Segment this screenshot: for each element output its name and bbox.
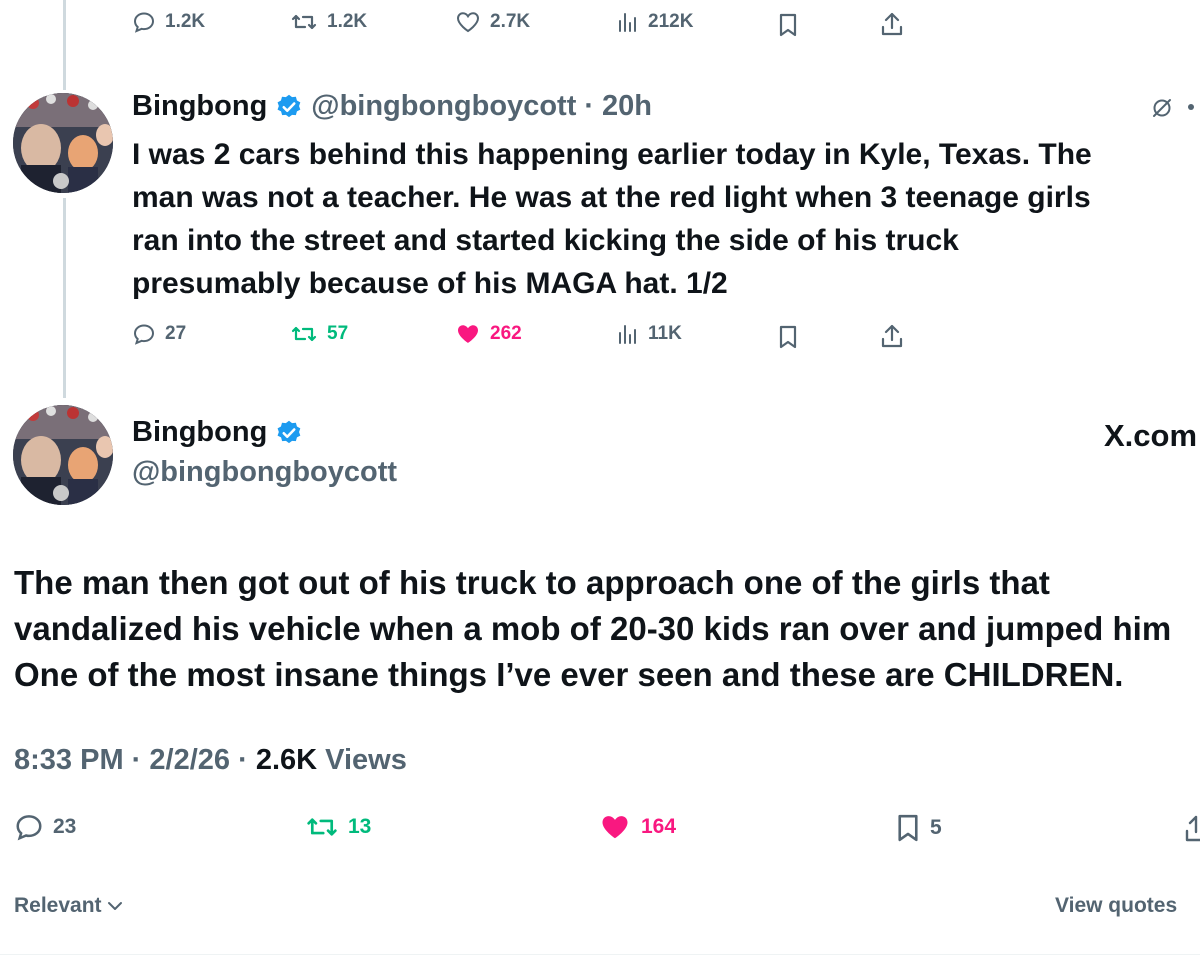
views-count: 11K [648,323,682,344]
view-quotes-link[interactable]: View quotes [1055,894,1177,918]
author-name[interactable]: Bingbong [132,90,267,123]
tweet-time[interactable]: 20h [602,90,652,123]
repost-button[interactable]: 57 [290,322,348,346]
divider [0,954,1200,955]
views-icon [619,325,636,344]
avatar-image [13,405,113,505]
bookmark-icon [779,13,797,37]
share-icon [1185,815,1200,842]
share-button[interactable] [879,322,905,355]
meta-separator: · [131,744,142,776]
thread-line-top [63,0,66,90]
grok-icon [1153,99,1171,117]
repost-button[interactable]: 13 [305,812,371,842]
reply-button[interactable]: 23 [14,812,76,842]
main-tweet-name-row: Bingbong [132,416,303,449]
thread-line-mid [63,198,66,398]
views-icon [619,13,636,32]
top-views-count: 212K [648,11,694,32]
reply-button[interactable]: 27 [132,322,186,346]
repost-icon [291,326,317,342]
views-total: 2.6K [255,744,318,776]
sort-label: Relevant [14,894,102,917]
bookmark-button[interactable] [777,324,799,355]
main-tweet-text: The man then got out of his truck to app… [14,560,1171,698]
bookmark-icon [779,325,797,349]
top-repost-button[interactable]: 1.2K [290,10,367,34]
verified-badge-icon [277,94,301,117]
heart-icon [456,12,480,33]
x-brand-watermark: X.com [1104,418,1198,453]
share-icon [881,324,903,348]
top-repost-count: 1.2K [327,11,368,32]
header-separator: · [584,90,595,122]
share-button[interactable] [1184,812,1200,849]
heart-filled-icon [458,325,478,343]
tweet-text-line: presumably because of his MAGA hat. 1/2 [132,267,728,300]
reply-count: 27 [165,323,187,344]
author-handle[interactable]: @bingbongboycott [132,456,397,489]
author-handle[interactable]: @bingbongboycott [311,90,576,123]
bookmark-count: 5 [930,816,942,839]
reply-icon [16,815,42,841]
reply-count: 23 [53,815,77,838]
more-options-icon[interactable] [1188,104,1194,110]
reply-icon [133,324,155,345]
heart-filled-icon [602,816,628,839]
top-views-button[interactable]: 212K [617,10,693,34]
tweet-timestamp[interactable]: 8:33 PM [14,744,124,776]
repost-icon [291,14,317,30]
verified-badge-icon [277,420,301,443]
tweet-text-line: man was not a teacher. He was at the red… [132,181,1091,214]
repost-count: 57 [327,323,349,344]
bookmark-button[interactable]: 5 [895,812,942,844]
tweet-text-line: vandalized his vehicle when a mob of 20-… [14,610,1172,647]
like-count: 262 [490,323,522,344]
tweet-text-line: One of the most insane things I’ve ever … [14,656,1124,693]
views-label: Views [325,744,407,776]
repost-icon [307,818,337,836]
tweet-date[interactable]: 2/2/26 [149,744,230,776]
tweet-text-line: The man then got out of his truck to app… [14,564,1050,601]
bookmark-icon [898,814,918,842]
tweet-text-line: I was 2 cars behind this happening earli… [132,138,1092,171]
tweet-metadata: 8:33 PM · 2/2/26 · 2.6K Views [14,744,407,777]
chevron-down-icon [107,902,122,910]
repost-count: 13 [348,815,372,838]
avatar-image [13,93,113,193]
top-reply-button[interactable]: 1.2K [132,10,205,34]
top-like-button[interactable]: 2.7K [455,10,530,34]
like-count: 164 [641,815,677,838]
share-icon [881,12,903,36]
top-bookmark-button[interactable] [777,12,799,43]
meta-separator: · [238,744,248,776]
avatar[interactable] [13,93,113,193]
top-like-count: 2.7K [490,11,531,32]
grok-button[interactable] [1150,96,1174,125]
views-button[interactable]: 11K [617,322,682,346]
reply-tweet-text: I was 2 cars behind this happening earli… [132,133,1092,305]
top-reply-count: 1.2K [165,11,206,32]
reply-icon [133,12,155,33]
like-button[interactable]: 262 [455,322,522,346]
tweet-text-line: ran into the street and started kicking … [132,224,959,257]
avatar[interactable] [13,405,113,505]
reply-tweet-header: Bingbong @bingbongboycott · 20h [132,90,652,123]
like-button[interactable]: 164 [598,812,676,842]
author-name[interactable]: Bingbong [132,416,267,449]
top-share-button[interactable] [879,10,905,43]
sort-dropdown[interactable]: Relevant [14,894,124,918]
